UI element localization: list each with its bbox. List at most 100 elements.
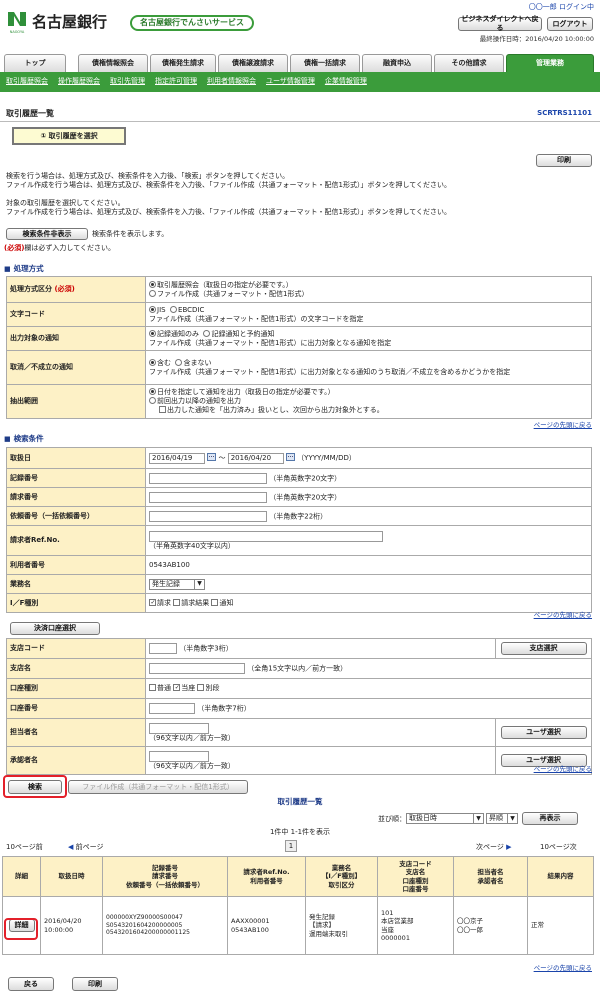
to-top-link[interactable]: ページの先頭に戻る [534, 765, 592, 773]
notify-target-note: ファイル作成（共通フォーマット・配信1形式）に出力対象となる通知を指定 [149, 338, 392, 347]
step-indicator: ① 取引履歴を選択 [12, 127, 126, 145]
radio-icon[interactable] [149, 329, 156, 337]
print-button-bottom[interactable]: 印刷 [72, 977, 118, 991]
subnav: 取引履歴照会 操作履歴照会 取引先管理 指定許可管理 利用者情報照会 ユーザ情報… [6, 77, 367, 86]
file-create-button[interactable]: ファイル作成（共通フォーマット・配信1形式） [68, 780, 248, 794]
chevron-down-icon[interactable]: ▼ [194, 579, 204, 589]
tab-transfer-request[interactable]: 債権譲渡請求 [218, 54, 288, 72]
chevron-down-icon[interactable]: ▼ [507, 814, 517, 823]
calendar-icon[interactable] [285, 452, 295, 461]
branch-code-input[interactable] [149, 643, 177, 654]
to-top-link[interactable]: ページの先頭に戻る [534, 964, 592, 972]
checkbox-icon[interactable] [211, 598, 219, 606]
tab-issuance-request[interactable]: 債権発生請求 [150, 54, 216, 72]
branch-name-input[interactable] [149, 663, 245, 674]
option-label: 請求 [157, 598, 171, 607]
radio-icon[interactable] [203, 329, 211, 337]
tab-other-request[interactable]: その他請求 [434, 54, 504, 72]
subnav-company-mgmt[interactable]: 企業情報管理 [325, 77, 367, 86]
print-button-top[interactable]: 印刷 [536, 154, 592, 167]
radio-icon[interactable] [149, 388, 156, 396]
record-no-input[interactable] [149, 472, 267, 484]
subnav-user-mgmt[interactable]: ユーザ情報管理 [266, 77, 315, 86]
account-no-label: 口座番号 [6, 698, 146, 719]
option-label: 日付を指定して通知を出力（取扱日の指定が必要です。） [157, 388, 335, 397]
checkbox-icon[interactable] [159, 405, 166, 413]
radio-icon[interactable] [149, 358, 156, 366]
section-search-title: 検索条件 [4, 434, 44, 444]
date-to-input[interactable]: 2016/04/20 [227, 452, 284, 464]
toggle-search-button[interactable]: 検索条件非表示 [6, 228, 88, 240]
chevron-down-icon[interactable]: ▼ [473, 814, 483, 823]
tab-management[interactable]: 管理業務 [506, 54, 594, 72]
radio-icon[interactable] [175, 358, 183, 366]
subnav-operation-history[interactable]: 操作履歴照会 [58, 77, 100, 86]
request-no-input[interactable] [149, 491, 267, 503]
radio-icon[interactable] [149, 289, 156, 297]
charset-label: 文字コード [6, 302, 146, 327]
subnav-permission-mgmt[interactable]: 指定許可管理 [155, 77, 197, 86]
pager-prev10[interactable]: 10ページ前 [6, 843, 43, 852]
sort-field-select[interactable]: 取扱日時 ▼ [406, 813, 484, 824]
ref-cell: AAXX00001 0543AB100 [227, 896, 306, 955]
processing-type-option-2[interactable]: ファイル作成（共通フォーマット・配信1形式） [149, 289, 588, 299]
date-cell: 2016/04/20 10:00:00 [40, 896, 103, 955]
checkbox-icon[interactable] [173, 598, 181, 606]
radio-icon[interactable] [149, 305, 156, 313]
checkbox-icon[interactable] [149, 684, 156, 692]
pager-prev[interactable]: ◀ 前ページ [68, 843, 104, 852]
radio-icon[interactable] [149, 280, 156, 288]
tab-financing[interactable]: 融資申込 [362, 54, 432, 72]
settlement-account-select-button[interactable]: 決済口座選択 [10, 622, 100, 635]
instructions: 検索を行う場合は、処理方式及び、検索条件を入力後、「検索」ボタンを押してください… [6, 172, 451, 217]
processing-type-cell: 取引履歴照会（取扱日の指定が必要です。） ファイル作成（共通フォーマット・配信1… [145, 276, 592, 303]
checkbox-icon[interactable] [197, 684, 205, 692]
chevron-right-icon: ▶ [506, 843, 512, 851]
pager-next-label: 次ページ [476, 843, 504, 851]
approver-name-input[interactable] [149, 750, 209, 762]
pager-page-1[interactable]: 1 [285, 840, 297, 852]
record-type-select[interactable]: 発生記録 ▼ [149, 578, 205, 590]
user-name: 〇〇一郎 ログイン中 [529, 3, 594, 12]
tab-bulk-request[interactable]: 債権一括請求 [290, 54, 360, 72]
charset-cell: JIS EBCDIC ファイル作成（共通フォーマット・配信1形式）の文字コードを… [145, 302, 592, 327]
checkbox-icon[interactable] [149, 598, 156, 606]
account-no-input[interactable] [149, 703, 195, 714]
col-branch: 支店コード 支店名 口座種別 口座番号 [377, 856, 454, 897]
processing-type-required: (必須) [54, 285, 75, 294]
business-direct-button[interactable]: ビジネスダイレクトへ戻る [458, 15, 542, 32]
bulk-no-input[interactable] [149, 510, 267, 522]
branch-select-button[interactable]: 支店選択 [500, 642, 587, 655]
processing-type-option-1[interactable]: 取引履歴照会（取扱日の指定が必要です。） [149, 280, 588, 290]
record-no-label: 記録番号 [6, 468, 146, 488]
sort-direction-select[interactable]: 昇順 ▼ [486, 813, 518, 824]
pager-next10[interactable]: 10ページ次 [540, 843, 577, 852]
tab-claim-inquiry[interactable]: 債権情報照会 [78, 54, 148, 72]
calendar-icon[interactable] [207, 452, 217, 461]
redisplay-button[interactable]: 再表示 [522, 812, 578, 825]
tab-top[interactable]: トップ [4, 54, 66, 72]
rep-name-label: 担当者名 [6, 718, 146, 747]
date-from-input[interactable]: 2016/04/19 [149, 452, 205, 464]
results-table: 詳細 取扱日時 記録番号 請求番号 依頼番号（一括依頼番号） 請求者Ref.No… [2, 856, 594, 955]
to-top-link[interactable]: ページの先頭に戻る [534, 611, 592, 619]
biz-cell: 発生記録 【請求】 運用端末取引 [305, 896, 378, 955]
user-select-button[interactable]: ユーザ選択 [500, 726, 587, 739]
rep-name-input[interactable] [149, 722, 209, 734]
chevron-left-icon: ◀ [68, 843, 74, 851]
option-label: 記録通知と予約通知 [211, 329, 275, 338]
toggle-note: 検索条件を表示します。 [92, 230, 169, 238]
radio-icon[interactable] [149, 397, 156, 405]
radio-icon[interactable] [170, 305, 178, 313]
subnav-trade-history[interactable]: 取引履歴照会 [6, 77, 48, 86]
subnav-partner-mgmt[interactable]: 取引先管理 [110, 77, 145, 86]
back-button[interactable]: 戻る [8, 977, 54, 991]
to-top-link[interactable]: ページの先頭に戻る [534, 421, 592, 429]
pager-next[interactable]: 次ページ ▶ [476, 843, 512, 852]
subnav-user-info[interactable]: 利用者情報照会 [207, 77, 256, 86]
account-type-label: 口座種別 [6, 678, 146, 699]
checkbox-icon[interactable] [173, 684, 181, 692]
results-title: 取引履歴一覧 [277, 797, 323, 806]
ref-no-input[interactable] [149, 530, 383, 542]
logout-button[interactable]: ログアウト [547, 17, 593, 31]
